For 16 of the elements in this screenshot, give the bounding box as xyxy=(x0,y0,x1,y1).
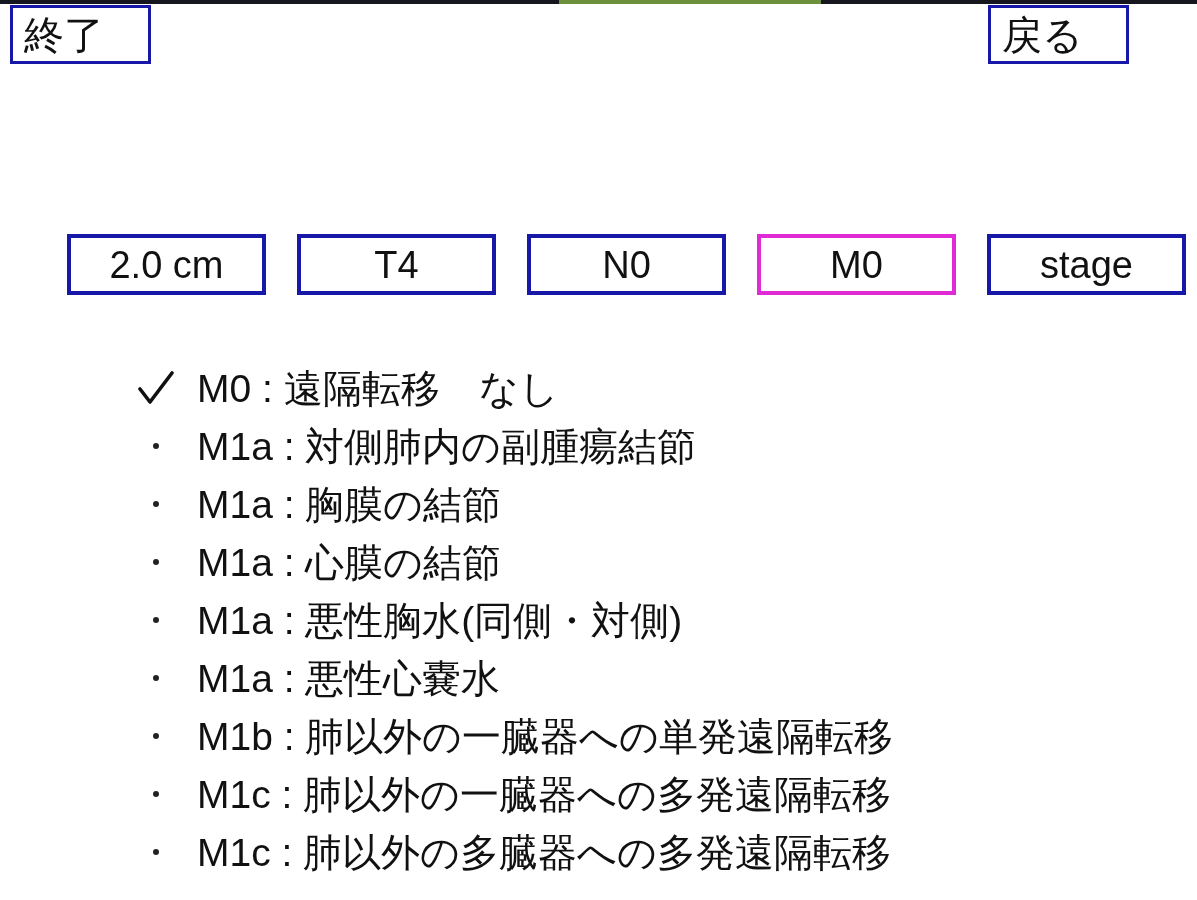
option-item[interactable]: M1a : 悪性心嚢水 xyxy=(197,658,501,698)
exit-button[interactable]: 終了 xyxy=(10,5,151,64)
option-item[interactable]: M1a : 悪性胸水(同側・対側) xyxy=(197,600,683,640)
option-item[interactable]: M1c : 肺以外の多臓器への多発遠隔転移 xyxy=(197,832,892,872)
option-item[interactable]: M1a : 心膜の結節 xyxy=(197,542,502,582)
back-button[interactable]: 戻る xyxy=(988,5,1129,64)
option-item[interactable]: M0 : 遠隔転移 なし xyxy=(197,368,559,408)
tab[interactable]: stage xyxy=(987,234,1186,295)
option-item[interactable]: M1c : 肺以外の一臓器への多発遠隔転移 xyxy=(197,774,892,814)
tab[interactable]: N0 xyxy=(527,234,726,295)
tab[interactable]: M0 xyxy=(757,234,956,295)
tab[interactable]: T4 xyxy=(297,234,496,295)
option-item[interactable]: M1a : 胸膜の結節 xyxy=(197,484,502,524)
option-item[interactable]: M1a : 対側肺内の副腫瘍結節 xyxy=(197,426,697,466)
tab[interactable]: 2.0 cm xyxy=(67,234,266,295)
option-item[interactable]: M1b : 肺以外の一臓器への単発遠隔転移 xyxy=(197,716,894,756)
